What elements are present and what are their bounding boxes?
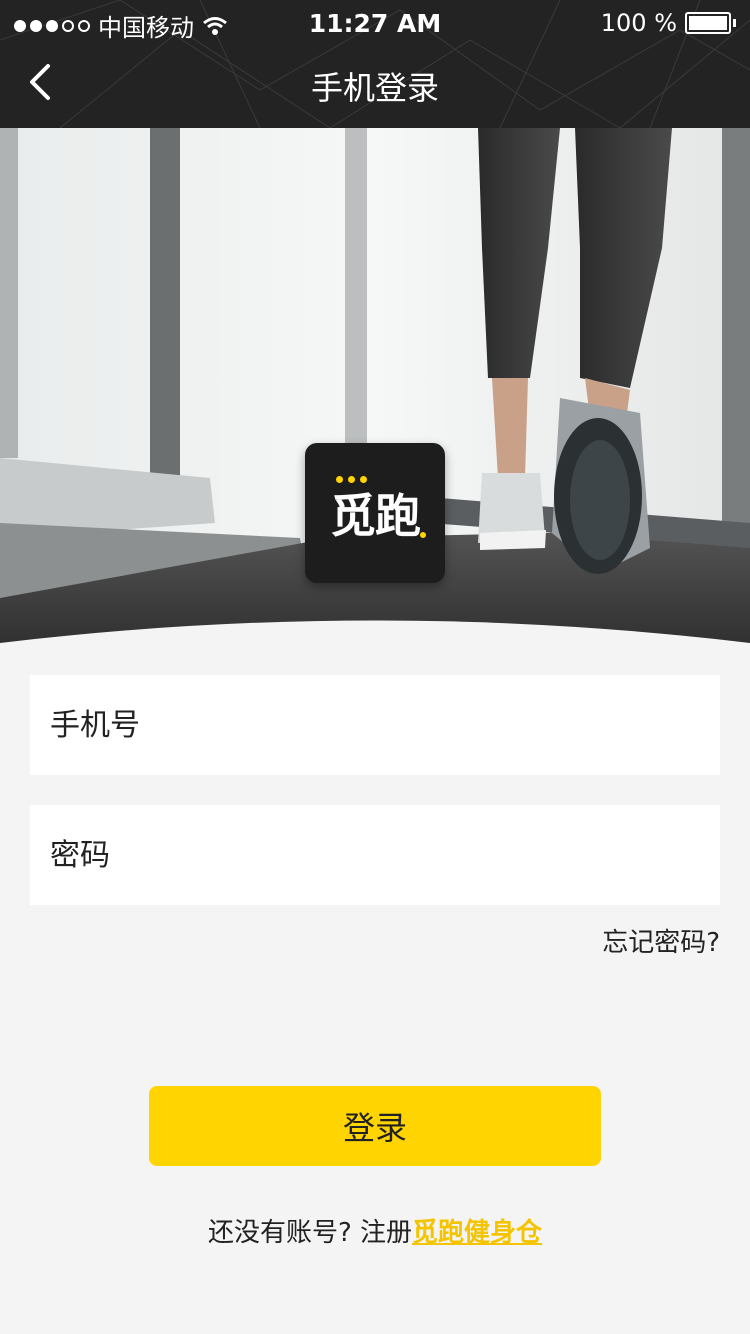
login-button[interactable]: 登录 xyxy=(149,1086,601,1166)
app-logo: 觅跑 xyxy=(305,443,445,583)
password-field[interactable] xyxy=(30,805,720,905)
register-prefix: 还没有账号? 注册 xyxy=(207,1218,413,1248)
phone-field[interactable] xyxy=(30,675,720,775)
battery-percent: 100 % xyxy=(600,9,677,37)
register-prompt: 还没有账号? 注册觅跑健身仓 xyxy=(0,1212,750,1249)
battery-icon xyxy=(685,12,731,34)
logo-dots-icon xyxy=(336,476,367,483)
phone-input[interactable] xyxy=(30,707,720,743)
logo-text: 觅跑 xyxy=(330,489,421,543)
password-input[interactable] xyxy=(30,837,720,873)
nav-header: 中国移动 11:27 AM 100 % 手机登录 xyxy=(0,0,750,128)
forgot-password-link[interactable]: 忘记密码? xyxy=(602,922,720,959)
battery-indicator: 100 % xyxy=(601,9,736,37)
register-link[interactable]: 觅跑健身仓 xyxy=(412,1218,542,1248)
page-title: 手机登录 xyxy=(310,69,439,107)
